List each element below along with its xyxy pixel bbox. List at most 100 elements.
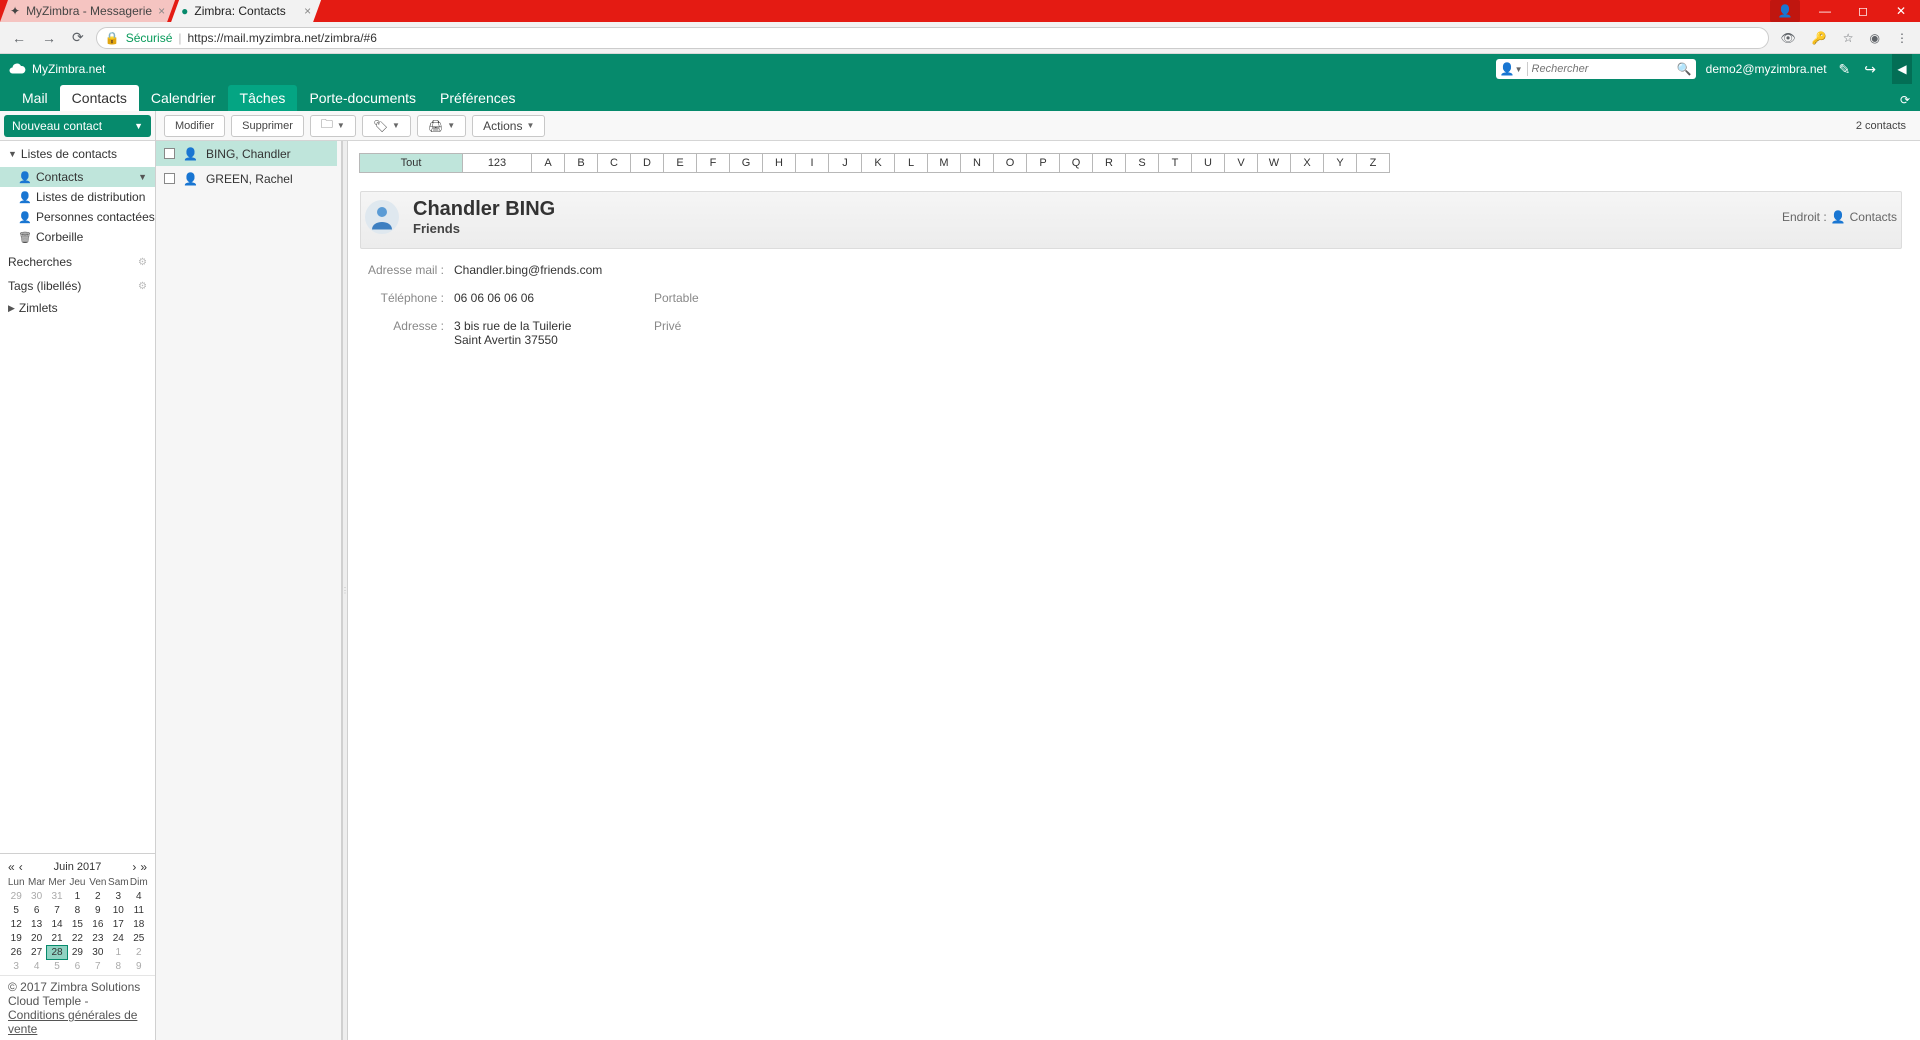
app-logo[interactable]: MyZimbra.net bbox=[8, 60, 105, 78]
cal-day[interactable]: 2 bbox=[88, 890, 108, 903]
alpha-I[interactable]: I bbox=[795, 153, 829, 173]
cal-day[interactable]: 20 bbox=[26, 932, 46, 945]
collapse-header-button[interactable]: ◀ bbox=[1892, 54, 1912, 84]
alpha-all[interactable]: Tout bbox=[359, 153, 463, 173]
gear-icon[interactable]: ⚙ bbox=[138, 281, 147, 292]
alpha-V[interactable]: V bbox=[1224, 153, 1258, 173]
checkbox[interactable] bbox=[164, 148, 175, 159]
close-icon[interactable]: × bbox=[304, 4, 311, 18]
alpha-Z[interactable]: Z bbox=[1356, 153, 1390, 173]
alpha-G[interactable]: G bbox=[729, 153, 763, 173]
alpha-N[interactable]: N bbox=[960, 153, 994, 173]
star-icon[interactable]: ☆ bbox=[1839, 27, 1858, 49]
cal-day[interactable]: 1 bbox=[67, 890, 87, 903]
print-button[interactable]: 🖨▼ bbox=[417, 115, 466, 137]
cal-prev-year[interactable]: « bbox=[6, 860, 17, 874]
cal-day[interactable]: 19 bbox=[6, 932, 26, 945]
nav-forward-icon[interactable]: → bbox=[38, 26, 60, 50]
search-icon[interactable]: 🔍 bbox=[1677, 62, 1692, 76]
search-input[interactable] bbox=[1532, 63, 1677, 75]
nav-tab-preferences[interactable]: Préférences bbox=[428, 85, 527, 111]
alpha-M[interactable]: M bbox=[927, 153, 961, 173]
cal-day[interactable]: 11 bbox=[129, 904, 149, 917]
close-window-button[interactable]: ✕ bbox=[1882, 0, 1920, 22]
cal-day[interactable]: 23 bbox=[88, 932, 108, 945]
extension-icon[interactable]: ◉ bbox=[1866, 27, 1884, 49]
cal-day[interactable]: 1 bbox=[108, 946, 129, 959]
eye-icon[interactable]: 👁 bbox=[1777, 27, 1800, 49]
alpha-Y[interactable]: Y bbox=[1323, 153, 1357, 173]
close-icon[interactable]: × bbox=[158, 4, 165, 18]
gear-icon[interactable]: ⚙ bbox=[138, 257, 147, 268]
cal-day[interactable]: 4 bbox=[129, 890, 149, 903]
chevron-down-icon[interactable]: ▼ bbox=[1515, 65, 1523, 74]
nav-tab-taches[interactable]: Tâches bbox=[228, 85, 298, 111]
cal-day[interactable]: 12 bbox=[6, 918, 26, 931]
cal-day[interactable]: 2 bbox=[129, 946, 149, 959]
cal-day[interactable]: 8 bbox=[108, 960, 129, 973]
maximize-button[interactable]: ◻ bbox=[1844, 0, 1882, 22]
nav-tab-mail[interactable]: Mail bbox=[10, 85, 60, 111]
cal-day[interactable]: 28 bbox=[47, 946, 67, 959]
sidebar-zimlets[interactable]: ▶ Zimlets bbox=[0, 295, 155, 321]
alpha-S[interactable]: S bbox=[1125, 153, 1159, 173]
cal-day[interactable]: 5 bbox=[47, 960, 67, 973]
cal-day[interactable]: 22 bbox=[67, 932, 87, 945]
minimize-button[interactable]: — bbox=[1806, 0, 1844, 22]
cal-next-month[interactable]: › bbox=[130, 860, 138, 874]
sidebar-item-contacts[interactable]: 👤 Contacts ▼ bbox=[0, 167, 155, 187]
alpha-X[interactable]: X bbox=[1290, 153, 1324, 173]
actions-button[interactable]: Actions▼ bbox=[472, 115, 545, 137]
nav-reload-icon[interactable]: ⟳ bbox=[68, 25, 88, 50]
sidebar-item-distribution[interactable]: 👤 Listes de distribution bbox=[0, 187, 155, 207]
logout-icon[interactable]: ↪ bbox=[1862, 59, 1878, 80]
cal-day[interactable]: 6 bbox=[67, 960, 87, 973]
cal-day[interactable]: 24 bbox=[108, 932, 129, 945]
cal-day[interactable]: 9 bbox=[129, 960, 149, 973]
cal-day[interactable]: 7 bbox=[47, 904, 67, 917]
chevron-down-icon[interactable]: ▼ bbox=[138, 172, 147, 182]
cal-day[interactable]: 3 bbox=[108, 890, 129, 903]
cal-day[interactable]: 13 bbox=[26, 918, 46, 931]
alpha-123[interactable]: 123 bbox=[462, 153, 532, 173]
alpha-Q[interactable]: Q bbox=[1059, 153, 1093, 173]
alpha-A[interactable]: A bbox=[531, 153, 565, 173]
nav-tab-porte-documents[interactable]: Porte-documents bbox=[297, 85, 428, 111]
cal-day[interactable]: 8 bbox=[67, 904, 87, 917]
cal-day[interactable]: 18 bbox=[129, 918, 149, 931]
sidebar-recherches[interactable]: Recherches ⚙ bbox=[0, 247, 155, 271]
cal-day[interactable]: 3 bbox=[6, 960, 26, 973]
search-box[interactable]: 👤 ▼ 🔍 bbox=[1496, 59, 1696, 79]
cal-day[interactable]: 29 bbox=[67, 946, 87, 959]
sidebar-tags[interactable]: Tags (libellés) ⚙ bbox=[0, 271, 155, 295]
sidebar-item-emailed[interactable]: 👤 Personnes contactées par m bbox=[0, 207, 155, 227]
alpha-H[interactable]: H bbox=[762, 153, 796, 173]
cal-day[interactable]: 16 bbox=[88, 918, 108, 931]
alpha-K[interactable]: K bbox=[861, 153, 895, 173]
move-button[interactable]: 🗀▼ bbox=[310, 115, 356, 137]
alpha-E[interactable]: E bbox=[663, 153, 697, 173]
cal-day[interactable]: 15 bbox=[67, 918, 87, 931]
alpha-U[interactable]: U bbox=[1191, 153, 1225, 173]
alpha-P[interactable]: P bbox=[1026, 153, 1060, 173]
alpha-C[interactable]: C bbox=[597, 153, 631, 173]
alpha-B[interactable]: B bbox=[564, 153, 598, 173]
cal-day[interactable]: 31 bbox=[47, 890, 67, 903]
checkbox[interactable] bbox=[164, 173, 175, 184]
list-item[interactable]: 👤GREEN, Rachel bbox=[156, 166, 337, 191]
menu-icon[interactable]: ⋮ bbox=[1892, 27, 1912, 49]
alpha-R[interactable]: R bbox=[1092, 153, 1126, 173]
cal-day[interactable]: 9 bbox=[88, 904, 108, 917]
tag-button[interactable]: 🏷▼ bbox=[362, 115, 411, 137]
delete-button[interactable]: Supprimer bbox=[231, 115, 304, 137]
alpha-L[interactable]: L bbox=[894, 153, 928, 173]
chrome-user-icon[interactable]: 👤 bbox=[1770, 0, 1800, 22]
cal-day[interactable]: 21 bbox=[47, 932, 67, 945]
cal-day[interactable]: 30 bbox=[26, 890, 46, 903]
cal-day[interactable]: 26 bbox=[6, 946, 26, 959]
user-email[interactable]: demo2@myzimbra.net bbox=[1706, 62, 1827, 76]
cal-next-year[interactable]: » bbox=[138, 860, 149, 874]
cal-day[interactable]: 6 bbox=[26, 904, 46, 917]
cal-day[interactable]: 5 bbox=[6, 904, 26, 917]
alpha-O[interactable]: O bbox=[993, 153, 1027, 173]
